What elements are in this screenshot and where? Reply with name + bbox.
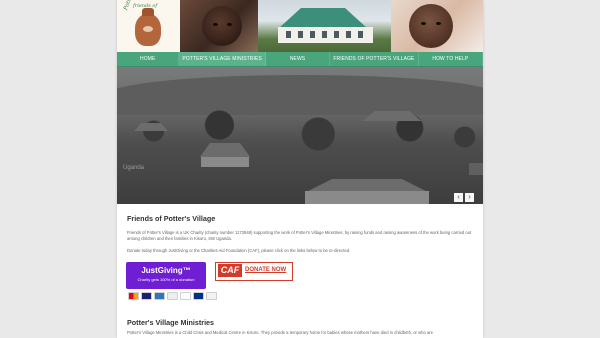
friends-section-title: Friends of Potter's Village [127, 214, 216, 223]
slide-tab [469, 163, 483, 175]
google-pay-icon [180, 292, 191, 300]
mastercard-icon [128, 292, 139, 300]
payment-methods [128, 292, 217, 300]
header-banner: friends of Potter's Village [117, 0, 483, 52]
header-photo-baby-2 [391, 0, 483, 52]
site-logo[interactable]: friends of Potter's Village [117, 0, 180, 52]
page-container: friends of Potter's Village [117, 0, 483, 338]
paypal-icon [193, 292, 204, 300]
header-photo-building [258, 0, 391, 52]
ministries-intro-text: Potter's Village Ministries is a Child C… [127, 330, 434, 335]
chevron-right-icon: › [468, 194, 471, 201]
visa-icon [141, 292, 152, 300]
justgiving-subtext: Charity gets 100% of a donation [137, 277, 195, 282]
apple-pay-icon [167, 292, 178, 300]
main-nav: HOME POTTER'S VILLAGE MINISTRIES NEWS FR… [117, 52, 483, 67]
header-photo-baby [180, 0, 258, 52]
donate-instructions-text: Donate today through JustGiving or the C… [127, 248, 351, 253]
donate-options: JustGiving™ Charity gets 100% of a donat… [126, 262, 326, 302]
friends-intro-text: Friends of Potter's Village is a UK Char… [127, 230, 472, 241]
caf-donate-now-text: DONATE NOW [245, 267, 287, 273]
nav-how-to-help[interactable]: HOW TO HELP [419, 52, 483, 66]
amex-icon [154, 292, 165, 300]
justgiving-logo: JustGiving™ [141, 266, 191, 275]
nav-potters-village-ministries[interactable]: POTTER'S VILLAGE MINISTRIES [179, 52, 266, 66]
justgiving-donate-button[interactable]: JustGiving™ Charity gets 100% of a donat… [126, 262, 206, 289]
slider-next-button[interactable]: › [465, 193, 474, 202]
slide-caption: Uganda [123, 165, 145, 171]
caf-donate-button[interactable]: CAF DONATE NOW [215, 262, 293, 281]
hand-icon [143, 26, 153, 32]
caf-logo: CAF [218, 264, 242, 277]
slider-prev-button[interactable]: ‹ [454, 193, 463, 202]
nav-friends-of-potters-village[interactable]: FRIENDS OF POTTER'S VILLAGE [330, 52, 419, 66]
contactless-icon [206, 292, 217, 300]
chevron-left-icon: ‹ [457, 194, 460, 201]
pot-icon [135, 8, 161, 46]
friends-section: Friends of Potter's Village Friends of P… [127, 214, 473, 254]
image-slider[interactable]: Uganda ‹ › [117, 67, 483, 204]
nav-news[interactable]: NEWS [266, 52, 331, 66]
ministries-section-title: Potter's Village Ministries [127, 318, 215, 327]
nav-home[interactable]: HOME [117, 52, 180, 66]
